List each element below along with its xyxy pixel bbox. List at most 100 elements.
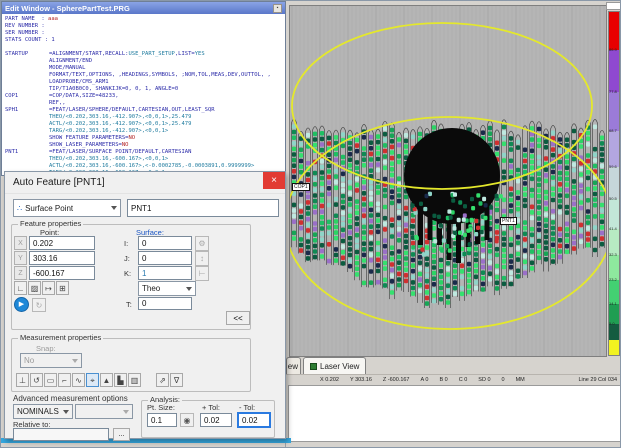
rescan-icon[interactable]: ↻ — [32, 298, 46, 312]
feature-name-input[interactable]: PNT1 — [127, 199, 279, 217]
i-vector-field[interactable]: 0 — [138, 236, 192, 250]
grid-icon[interactable]: ⊞ — [56, 281, 69, 295]
depth-icon[interactable]: ▲ — [100, 373, 113, 387]
advanced-options-label: Advanced measurement options — [13, 394, 128, 403]
status-field: SD 0 — [478, 377, 490, 383]
code-line: THEO/<0.202,303.16,-600.167>,<0,0,1> — [5, 156, 285, 163]
laser-view-pane: COP1 PNT1 86.977.868.759.650.541.432.323… — [285, 1, 621, 448]
z-coordinate-field[interactable]: -600.167 — [29, 266, 95, 280]
code-line: TARG/<0.202,303.16,-412.907>,<0,0,1> — [5, 128, 285, 135]
x-coordinate-field[interactable]: 0.202 — [29, 236, 95, 250]
tab-laser-label: Laser View — [320, 362, 359, 371]
feature-properties-legend: Feature properties — [18, 219, 83, 228]
vector-align-button[interactable]: ⊢ — [195, 266, 209, 281]
feature-type-value: Surface Point — [25, 204, 73, 213]
highlight-icon[interactable]: ▨ — [28, 281, 41, 295]
close-icon[interactable]: × — [263, 172, 285, 189]
snap-label: Snap: — [36, 344, 56, 353]
code-line: ALIGNMENT/END — [5, 58, 285, 65]
undo-icon[interactable]: ↺ — [30, 373, 43, 387]
pt-size-field[interactable]: 0.1 — [147, 413, 177, 427]
code-line: STATS COUNT : 1 — [5, 37, 285, 44]
probe-path-icon[interactable]: ⊥ — [16, 373, 29, 387]
minus-tol-label: - Tol: — [239, 403, 255, 412]
k-label: K: — [124, 269, 131, 278]
laser-view-icon — [310, 363, 317, 370]
plus-tol-label: + Tol: — [202, 403, 220, 412]
chevron-down-icon — [72, 359, 78, 363]
tab-live-view-partial[interactable]: ew — [286, 357, 301, 374]
comb-icon[interactable]: ▥ — [128, 373, 141, 387]
tab-partial-label: ew — [288, 362, 298, 371]
j-vector-field[interactable]: 0 — [138, 251, 192, 265]
feature-properties-group: Feature properties Point: Surface: X 0.2… — [11, 224, 251, 330]
code-line: MODE/MANUAL — [5, 65, 285, 72]
relative-to-field[interactable] — [13, 428, 109, 441]
region-icon[interactable]: ▭ — [44, 373, 57, 387]
dialog-titlebar[interactable]: Auto Feature [PNT1] × — [5, 172, 285, 194]
code-line: SHOW_LASER_PARAMETERS=NO — [5, 142, 285, 149]
pnt-feature-label: PNT1 — [500, 217, 517, 225]
edit-window-menu-button[interactable]: ▪ — [273, 4, 282, 13]
status-field: 0 — [502, 377, 505, 383]
nominals-secondary-select[interactable] — [75, 404, 133, 419]
code-line: PNT1=FEAT/LASER/SURFACE POINT/DEFAULT,CA… — [5, 149, 285, 156]
code-line: REF,, — [5, 100, 285, 107]
code-line: FORMAT/TEXT,OPTIONS, ,HEADINGS,SYMBOLS, … — [5, 72, 285, 79]
colorbar-segment: 77.8 — [609, 92, 619, 132]
k-vector-field[interactable]: 1 — [138, 266, 192, 280]
i-label: I: — [124, 239, 128, 248]
graphics-canvas[interactable]: COP1 PNT1 — [289, 5, 607, 357]
y-axis-button[interactable]: Y — [14, 251, 27, 265]
test-play-button[interactable]: ▶ — [14, 297, 29, 312]
nominals-value: NOMINALS — [17, 407, 59, 416]
surface-point-icon: ∴ — [17, 204, 22, 213]
point-snap-icon[interactable]: ↦ — [42, 281, 55, 295]
filter-icon[interactable]: ∇ — [170, 373, 183, 387]
code-line: SER NUMBER : — [5, 30, 285, 37]
z-axis-button[interactable]: Z — [14, 266, 27, 280]
magnify-icon[interactable]: ◉ — [180, 413, 194, 427]
corner-icon[interactable]: ⌐ — [58, 373, 71, 387]
code-line: TIP/T1A0B0C0, SHANKIJK=0, 0, 1, ANGLE=0 — [5, 86, 285, 93]
feature-type-select[interactable]: ∴ Surface Point — [13, 199, 121, 217]
status-field: Line 29 Col 034 — [578, 377, 617, 383]
minus-tol-field[interactable]: 0.02 — [237, 412, 271, 428]
target-icon[interactable]: ⌖ — [86, 373, 99, 387]
colorbar-segment: 5.0 — [609, 324, 619, 340]
axes-icon[interactable]: ∟ — [14, 281, 27, 295]
snap-value: No — [24, 356, 34, 365]
code-line: ACTL/<0.202,303.16,-600.167>,<-0.0002785… — [5, 163, 285, 170]
edit-window-title: Edit Window - SpherePartTest.PRG — [5, 4, 273, 13]
colorbar-segment: 86.9 — [609, 50, 619, 92]
collapse-button[interactable]: << — [226, 311, 250, 325]
colorbar-segment: 50.5 — [609, 199, 619, 229]
code-line: REV NUMBER : — [5, 23, 285, 30]
vector-flip-button[interactable]: ↕ — [195, 251, 209, 266]
code-line: STARTUP=ALIGNMENT/START,RECALL:USE_PART_… — [5, 51, 285, 58]
cop-feature-label: COP1 — [292, 183, 310, 191]
wave-icon[interactable]: ∿ — [72, 373, 85, 387]
chevron-down-icon — [111, 206, 117, 210]
y-coordinate-field[interactable]: 303.16 — [29, 251, 95, 265]
offset-icon[interactable]: ▙ — [114, 373, 127, 387]
snap-select[interactable]: No — [20, 353, 82, 368]
t-value-field[interactable]: 0 — [138, 297, 192, 310]
measure-order-icon[interactable]: ⇗ — [156, 373, 169, 387]
edit-window-titlebar[interactable]: Edit Window - SpherePartTest.PRG ▪ — [2, 2, 285, 14]
edit-code[interactable]: PART NAME : aaaREV NUMBER : SER NUMBER :… — [2, 14, 285, 176]
report-panel — [288, 385, 621, 442]
colorbar-segment: 68.7 — [609, 131, 619, 167]
theo-mode-select[interactable]: Theo — [138, 281, 196, 296]
chevron-down-icon — [186, 287, 192, 291]
plus-tol-field[interactable]: 0.02 — [200, 413, 232, 427]
browse-button[interactable]: ... — [113, 428, 130, 441]
x-axis-button[interactable]: X — [14, 236, 27, 250]
colorbar-segment — [609, 340, 619, 355]
theo-mode-value: Theo — [142, 284, 160, 293]
nominals-select[interactable]: NOMINALS — [13, 404, 73, 419]
laser-3d-view[interactable] — [290, 6, 606, 356]
tab-laser-view[interactable]: Laser View — [303, 357, 366, 374]
colorbar-segment: 41.4 — [609, 229, 619, 255]
vector-gear-button[interactable]: ⚙ — [195, 236, 209, 251]
